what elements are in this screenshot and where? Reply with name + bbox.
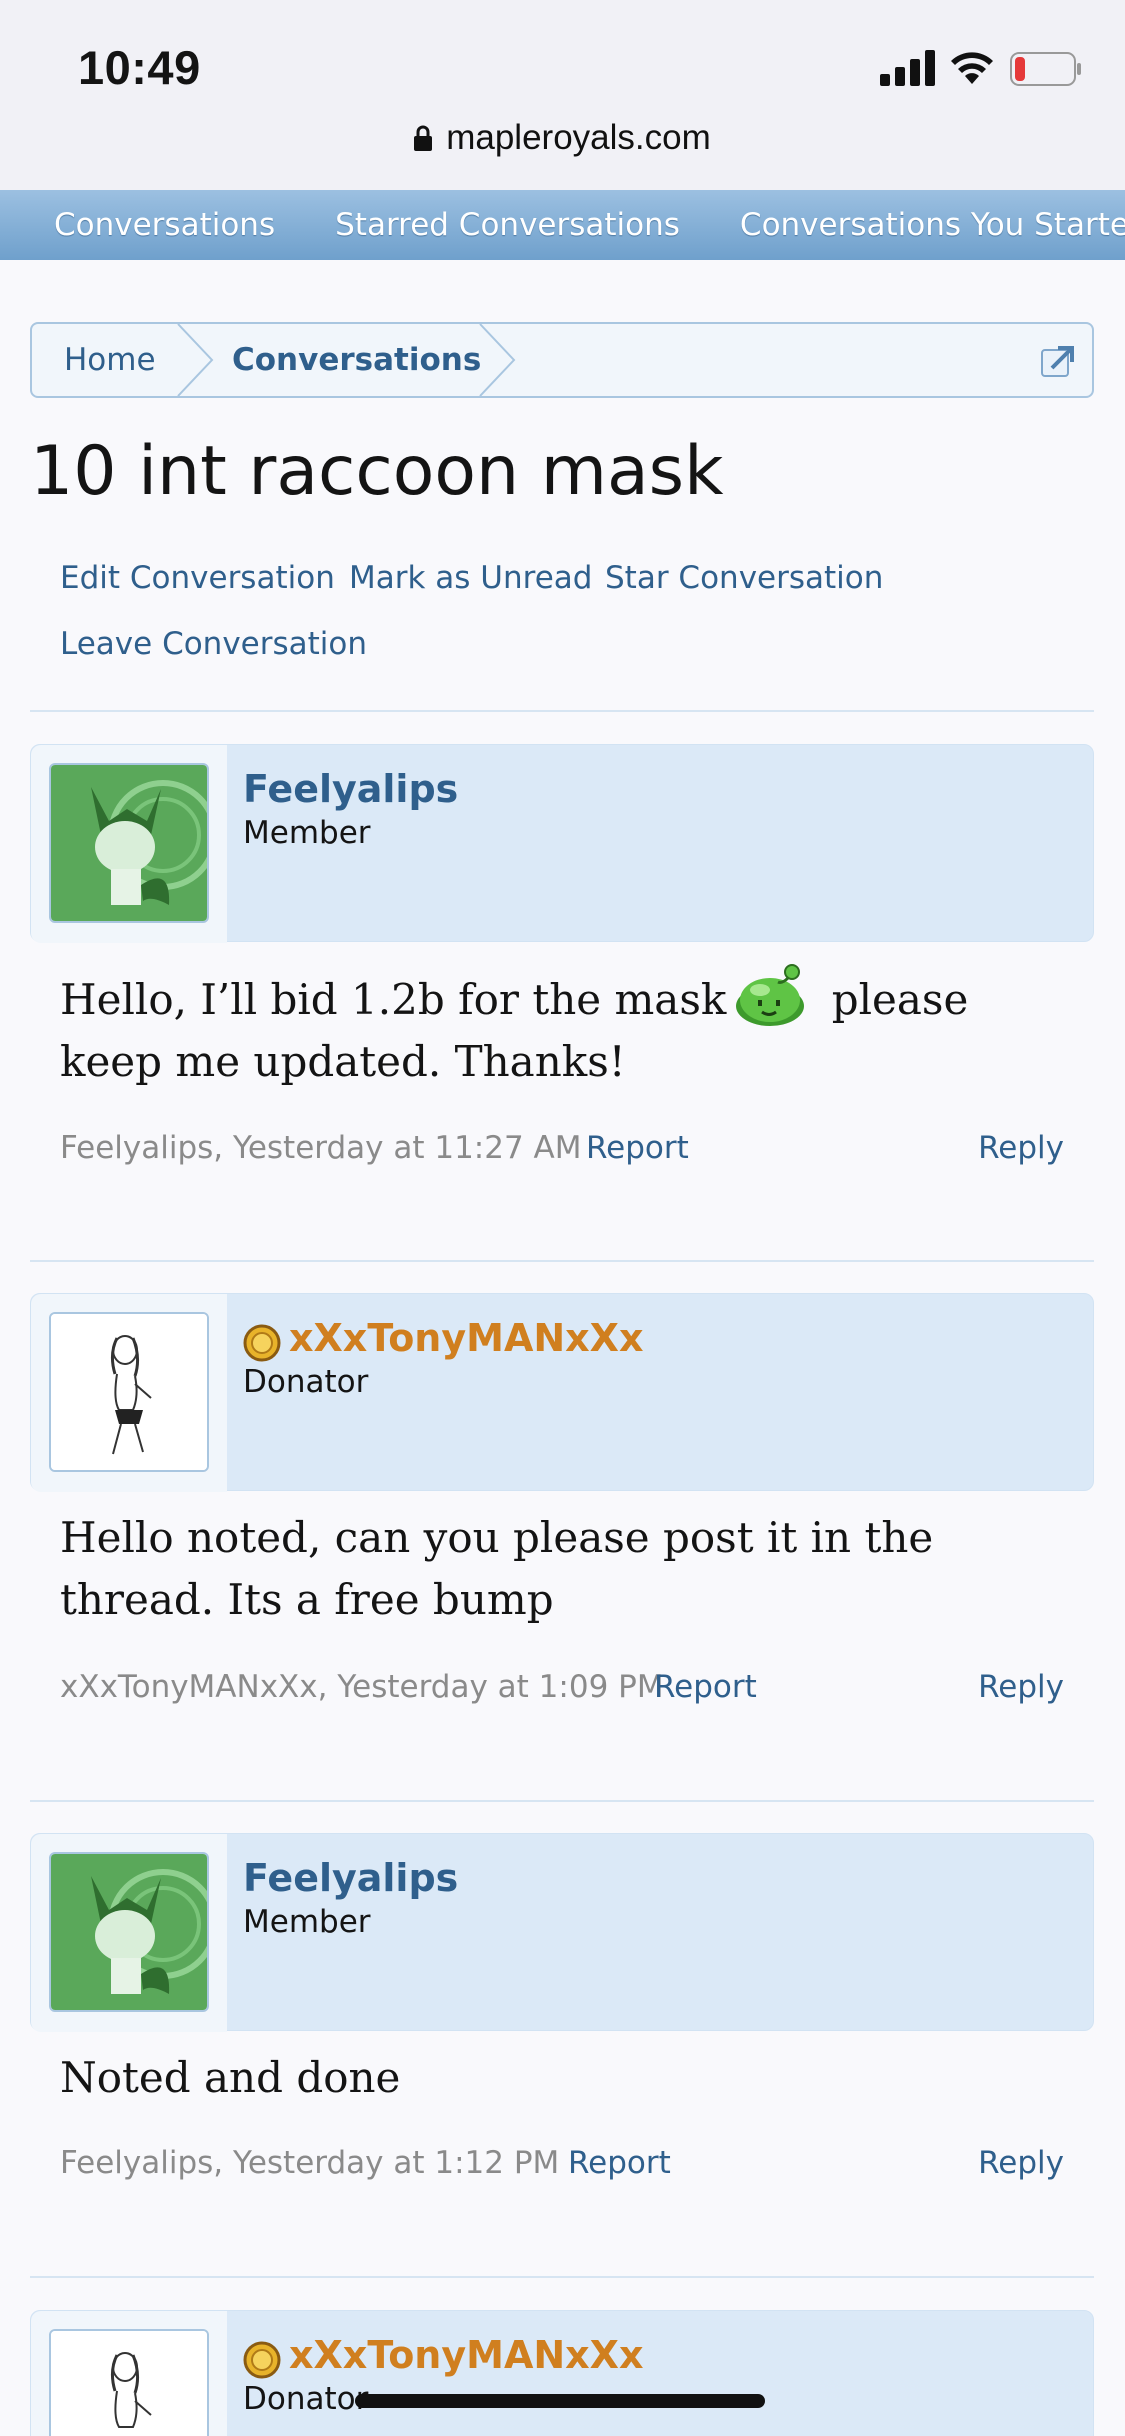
battery-icon <box>1010 52 1081 86</box>
breadcrumb-separator-icon <box>177 324 214 396</box>
message-meta: Feelyalips, Yesterday at 1:12 PM <box>60 2145 560 2181</box>
jump-to-icon[interactable] <box>1040 344 1076 378</box>
sketch-avatar-icon <box>51 2331 207 2436</box>
user-title: Donator <box>243 2381 369 2417</box>
user-title: Member <box>243 815 371 851</box>
user-title: Member <box>243 1904 371 1940</box>
url-text: mapleroyals.com <box>446 118 711 157</box>
donator-medal-icon <box>243 1324 281 1362</box>
lock-icon <box>414 125 433 151</box>
message-body: Hello noted, can you please post it in t… <box>60 1513 934 1624</box>
message-4: xXxTonyMANxXx Donator <box>30 2310 1094 2436</box>
slime-emoji-icon <box>736 964 805 1026</box>
donator-medal-icon <box>243 2341 281 2379</box>
reply-link[interactable]: Reply <box>978 1669 1064 1705</box>
message-body: Hello, I’ll bid 1.2b for the mask please… <box>60 964 1060 1093</box>
tab-conversations-you-started[interactable]: Conversations You Started <box>740 207 1125 243</box>
divider <box>30 1260 1094 1262</box>
status-time: 10:49 <box>78 41 201 94</box>
breadcrumb-separator-icon <box>479 324 516 396</box>
message-header: Feelyalips Member <box>30 1833 1094 2032</box>
username[interactable]: Feelyalips <box>243 767 458 811</box>
star-conversation-link[interactable]: Star Conversation <box>605 560 883 596</box>
home-indicator[interactable] <box>355 2394 765 2408</box>
fox-avatar-icon <box>51 765 207 921</box>
message-meta: Feelyalips, Yesterday at 11:27 AM <box>60 1130 582 1166</box>
message-header: xXxTonyMANxXx Donator <box>30 2310 1094 2436</box>
leave-conversation-link[interactable]: Leave Conversation <box>60 626 367 662</box>
reply-link[interactable]: Reply <box>978 1130 1064 1166</box>
fox-avatar-icon <box>51 1854 207 2010</box>
report-link[interactable]: Report <box>586 1130 689 1166</box>
avatar[interactable] <box>49 1852 209 2012</box>
avatar[interactable] <box>49 2329 209 2436</box>
cellular-signal-icon <box>880 50 935 86</box>
message-header: xXxTonyMANxXx Donator <box>30 1293 1094 1492</box>
mark-as-unread-link[interactable]: Mark as Unread <box>349 560 592 596</box>
tab-conversations[interactable]: Conversations <box>54 207 275 243</box>
status-bar: 10:49 mapleroyals.com <box>0 0 1125 190</box>
username[interactable]: xXxTonyMANxXx <box>289 2333 643 2377</box>
avatar[interactable] <box>49 763 209 923</box>
message-body: Noted and done <box>60 2053 401 2102</box>
address-bar[interactable]: mapleroyals.com <box>0 118 1125 158</box>
message-meta: xXxTonyMANxXx, Yesterday at 1:09 PM <box>60 1669 664 1705</box>
wifi-icon <box>951 52 993 84</box>
username[interactable]: xXxTonyMANxXx <box>289 1316 643 1360</box>
divider <box>30 2276 1094 2278</box>
report-link[interactable]: Report <box>568 2145 671 2181</box>
conversation-tabs: Conversations Starred Conversations Conv… <box>0 190 1125 260</box>
reply-link[interactable]: Reply <box>978 2145 1064 2181</box>
user-title: Donator <box>243 1364 369 1400</box>
divider <box>30 710 1094 712</box>
message-header: Feelyalips Member <box>30 744 1094 943</box>
edit-conversation-link[interactable]: Edit Conversation <box>60 560 335 596</box>
breadcrumb-home[interactable]: Home <box>64 324 156 396</box>
breadcrumb: Home Conversations <box>30 322 1094 398</box>
page-title: 10 int raccoon mask <box>30 432 724 511</box>
sketch-avatar-icon <box>51 1314 207 1470</box>
report-link[interactable]: Report <box>654 1669 757 1705</box>
username[interactable]: Feelyalips <box>243 1856 458 1900</box>
avatar[interactable] <box>49 1312 209 1472</box>
tab-starred-conversations[interactable]: Starred Conversations <box>335 207 680 243</box>
breadcrumb-conversations[interactable]: Conversations <box>232 324 481 396</box>
divider <box>30 1800 1094 1802</box>
